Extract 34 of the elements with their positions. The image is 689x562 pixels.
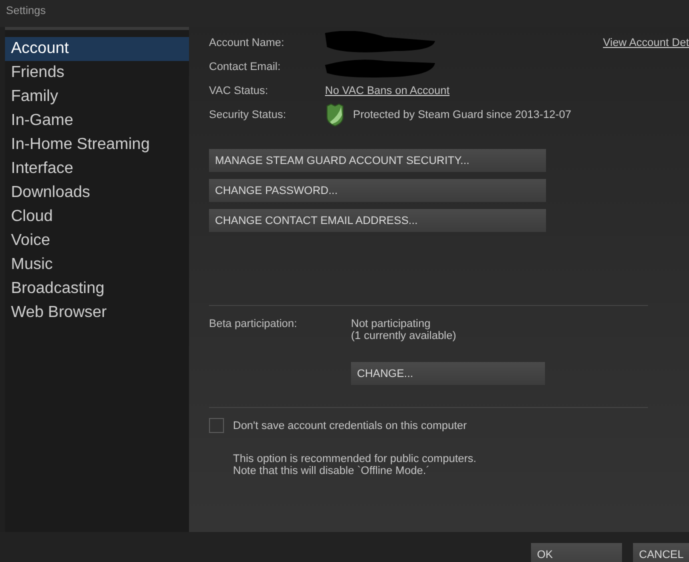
dialog-button[interactable]: OK	[531, 543, 622, 562]
field-label: Account Name:	[209, 37, 286, 49]
sidebar-item[interactable]: Cloud	[5, 205, 189, 229]
help-text: Note that this will disable `Offline Mode.´	[233, 465, 431, 477]
checkbox-label: Don't save account credentials on this computer	[233, 420, 467, 432]
beta-status: Not participating	[351, 318, 432, 330]
vac-status-link[interactable]: No VAC Bans on Account	[325, 85, 450, 97]
sidebar-item[interactable]: Voice	[5, 229, 189, 253]
security-status-text: Protected by Steam Guard since 2013-12-07	[353, 109, 572, 121]
dialog-button[interactable]: CANCEL	[633, 543, 689, 562]
sidebar-item[interactable]: Family	[5, 85, 189, 109]
sidebar-item[interactable]: In-Game	[5, 109, 189, 133]
beta-note: (1 currently available)	[351, 330, 456, 342]
sidebar-item[interactable]: In-Home Streaming	[5, 133, 189, 157]
account-action-button[interactable]: CHANGE CONTACT EMAIL ADDRESS...	[209, 209, 546, 232]
sidebar-item[interactable]: Web Browser	[5, 301, 189, 325]
change-button[interactable]: CHANGE...	[351, 362, 545, 385]
sidebar-item[interactable]: Music	[5, 253, 189, 277]
field-label: Beta participation:	[209, 318, 298, 332]
account-action-button[interactable]: MANAGE STEAM GUARD ACCOUNT SECURITY...	[209, 149, 546, 172]
sidebar-item[interactable]: Broadcasting	[5, 277, 189, 301]
help-text: This option is recommended for public computers.	[233, 453, 478, 465]
account-action-button[interactable]: CHANGE PASSWORD...	[209, 179, 546, 202]
shield-icon	[325, 103, 345, 127]
checkbox[interactable]	[209, 418, 224, 433]
window-title: Settings	[6, 4, 46, 19]
field-label: Security Status:	[209, 109, 288, 121]
sidebar-item[interactable]: Interface	[5, 157, 189, 181]
sidebar-item[interactable]: Downloads	[5, 181, 189, 205]
view-account-details-link[interactable]: View Account Det	[602, 31, 689, 55]
field-label: VAC Status:	[209, 85, 270, 97]
sidebar-item[interactable]: Account	[5, 37, 189, 61]
sidebar-item[interactable]: Friends	[5, 61, 189, 85]
field-label: Contact Email:	[209, 61, 282, 73]
